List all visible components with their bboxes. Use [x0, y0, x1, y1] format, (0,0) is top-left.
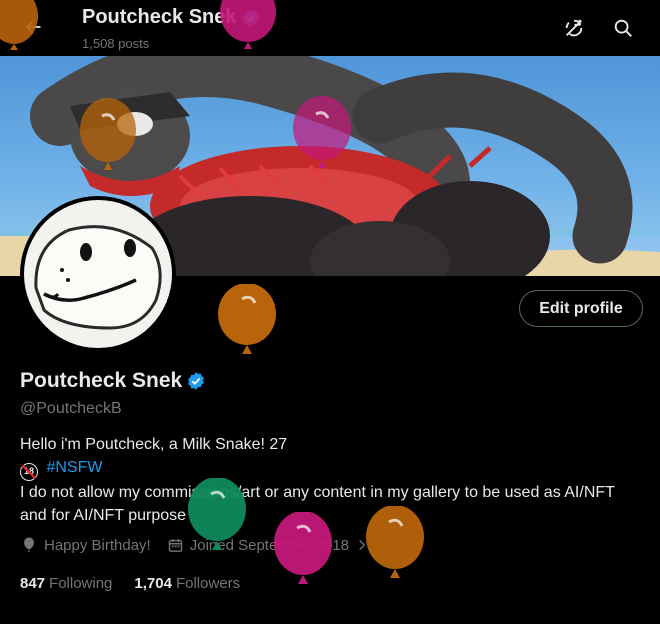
- adult-content-icon: 18: [20, 463, 38, 481]
- orange-balloon-decoration: [80, 98, 136, 170]
- header-name: Poutcheck Snek: [82, 6, 237, 28]
- following-link[interactable]: 847 Following: [20, 575, 112, 592]
- green-balloon-decoration: [188, 478, 246, 550]
- followers-count: 1,704: [134, 575, 172, 592]
- bio-line-2: 18 #NSFW: [20, 456, 630, 481]
- search-button[interactable]: [605, 10, 641, 46]
- verified-badge-icon[interactable]: [186, 371, 206, 391]
- orange-balloon-decoration: [0, 0, 38, 50]
- calendar-icon: [168, 538, 182, 552]
- following-label: Following: [49, 575, 113, 592]
- display-name-text: Poutcheck Snek: [20, 369, 183, 392]
- nsfw-hashtag-link[interactable]: #NSFW: [46, 459, 102, 476]
- profile-handle: @PoutcheckB: [20, 400, 122, 417]
- followers-link[interactable]: 1,704 Followers: [134, 575, 240, 592]
- profile-avatar[interactable]: [20, 196, 176, 352]
- post-count: 1,508 posts: [82, 36, 150, 51]
- snake-face-avatar-image: [34, 225, 162, 330]
- balloon-icon: [24, 537, 34, 552]
- bio-line-1: Hello i'm Poutcheck, a Milk Snake! 27: [20, 436, 288, 453]
- orange-balloon-decoration: [218, 284, 276, 354]
- birthday-item: Happy Birthday!: [20, 536, 151, 554]
- birthday-text: Happy Birthday!: [44, 536, 151, 554]
- pink-balloon-decoration: [274, 512, 332, 584]
- pink-balloon-decoration: [293, 96, 351, 168]
- sync-off-icon: [565, 19, 583, 37]
- orange-balloon-decoration: [366, 506, 424, 578]
- pink-balloon-decoration: [220, 0, 276, 49]
- profile-header-bar: Poutcheck Snek 1,508 posts: [0, 0, 660, 56]
- sync-off-button[interactable]: [556, 10, 592, 46]
- search-icon: [614, 19, 632, 37]
- edit-profile-button[interactable]: Edit profile: [519, 290, 643, 327]
- profile-display-name: Poutcheck Snek: [20, 369, 206, 393]
- follow-stats: 847 Following 1,704 Followers: [20, 575, 240, 592]
- following-count: 847: [20, 575, 46, 592]
- followers-label: Followers: [175, 575, 241, 592]
